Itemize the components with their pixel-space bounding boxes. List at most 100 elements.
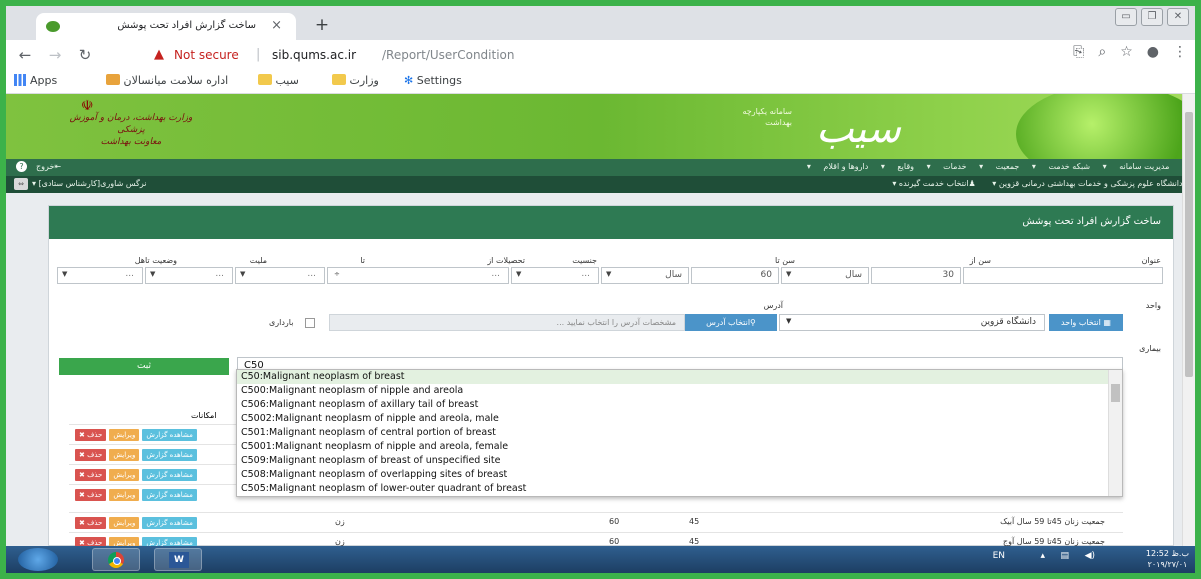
address-input[interactable]: مشخصات آدرس را انتخاب نمایید ... (329, 314, 685, 331)
star-icon[interactable]: ☆ (1120, 44, 1133, 60)
row-title: جمعیت زنان 45تا 59 سال آبیک (1000, 517, 1105, 526)
tab-title: ساخت گزارش افراد تحت پوشش (117, 20, 256, 31)
disease-label: بیماری (1139, 344, 1161, 353)
age-from-input[interactable]: 30 (871, 267, 961, 284)
autocomplete-option[interactable]: C508:Malignant neoplasm of overlapping s… (237, 468, 1122, 482)
autocomplete-scrollbar[interactable] (1108, 370, 1122, 496)
edit-button[interactable]: ویرایش (109, 489, 140, 501)
delete-button[interactable]: ✖ حذف (75, 429, 107, 441)
bookmark-midlife-health[interactable]: اداره سلامت میانسالان (102, 74, 228, 87)
apps-icon (14, 74, 26, 86)
edit-button[interactable]: ویرایش (109, 469, 140, 481)
restore-icon[interactable]: ❐ (1141, 8, 1163, 26)
menu-item-service-network[interactable]: شبکه خدمت ▾ (1032, 162, 1090, 171)
disease-autocomplete: C50:Malignant neoplasm of breast C500:Ma… (236, 369, 1123, 497)
menu-item-services[interactable]: خدمات ▾ (927, 162, 967, 171)
title-input[interactable] (963, 267, 1163, 284)
new-tab-button[interactable]: + (308, 14, 336, 36)
minimize-icon[interactable]: ▭ (1115, 8, 1137, 26)
view-report-button[interactable]: مشاهده گزارش (142, 517, 197, 529)
current-unit[interactable]: دانشگاه علوم پزشکی و خدمات بهداشتی درمان… (999, 179, 1183, 188)
row-actions: ✖ حذف ویرایش مشاهده گزارش (75, 449, 197, 461)
account-icon[interactable]: ● (1147, 44, 1159, 60)
autocomplete-option[interactable]: C50:Malignant neoplasm of breast (237, 370, 1122, 384)
row-actions: ✖ حذف ویرایش مشاهده گزارش (75, 517, 197, 529)
bookmark-sib[interactable]: سیب (254, 74, 299, 87)
clock[interactable]: 12:52 ب.ظ ۲۰۱۹/۲۷/۰۱ (1146, 548, 1189, 570)
sidebar-toggle-icon[interactable]: ⇔ (14, 178, 28, 190)
view-report-button[interactable]: مشاهده گزارش (142, 449, 197, 461)
close-tab-icon[interactable]: × (271, 18, 282, 33)
row-age-to: 60 (609, 517, 620, 526)
view-report-button[interactable]: مشاهده گزارش (142, 429, 197, 441)
table-row: ✖ حذف ویرایش مشاهده گزارش جمعیت زنان 45ت… (69, 512, 1123, 532)
delete-button[interactable]: ✖ حذف (75, 449, 107, 461)
gender-select[interactable]: ▼... (511, 267, 599, 284)
volume-icon[interactable]: ◀) (1085, 551, 1095, 561)
menu-item-system-admin[interactable]: مدیریت سامانه ▾ (1103, 162, 1170, 171)
page-scroll-thumb[interactable] (1185, 112, 1193, 377)
delete-button[interactable]: ✖ حذف (75, 469, 107, 481)
autocomplete-scroll-thumb[interactable] (1111, 384, 1120, 402)
reload-icon[interactable]: ↻ (74, 44, 96, 66)
bookmark-apps[interactable]: Apps (14, 74, 57, 87)
forward-icon[interactable]: → (44, 44, 66, 66)
taskbar-chrome[interactable] (92, 548, 140, 571)
pregnancy-checkbox[interactable] (305, 318, 315, 328)
edit-button[interactable]: ویرایش (109, 429, 140, 441)
zoom-icon[interactable]: ⌕ (1098, 44, 1106, 60)
browser-tab[interactable]: ساخت گزارش افراد تحت پوشش × (36, 13, 296, 40)
network-icon[interactable]: ▤ (1060, 551, 1069, 561)
translate-icon[interactable]: ⎘ (1073, 44, 1084, 60)
back-icon[interactable]: ← (14, 44, 36, 66)
menu-item-events[interactable]: وقایع ▾ (881, 162, 914, 171)
ministry-logo: وزارت بهداشت، درمان و آموزش پزشکی معاونت… (69, 113, 193, 147)
current-user[interactable]: نرگس شاوری[کارشناس ستادی] ▾ (32, 179, 146, 188)
autocomplete-option[interactable]: C501:Malignant neoplasm of central porti… (237, 426, 1122, 440)
autocomplete-option[interactable]: C506:Malignant neoplasm of axillary tail… (237, 398, 1122, 412)
autocomplete-option[interactable]: C505:Malignant neoplasm of lower-outer q… (237, 482, 1122, 496)
menu-item-drugs[interactable]: داروها و اقلام ▾ (807, 162, 868, 171)
delete-button[interactable]: ✖ حذف (75, 489, 107, 501)
view-report-button[interactable]: مشاهده گزارش (142, 489, 197, 501)
autocomplete-option[interactable]: C5001:Malignant neoplasm of nipple and a… (237, 440, 1122, 454)
age-from-unit-select[interactable]: ▼ سال (781, 267, 869, 284)
education-from-select[interactable]: ÷... (327, 267, 509, 284)
bookmark-settings[interactable]: ✻ Settings (404, 74, 462, 87)
taskbar-word[interactable]: W (154, 548, 202, 571)
education-to-select[interactable]: ▼... (235, 267, 325, 284)
sib-logo[interactable]: سیب (816, 106, 901, 152)
marital-select[interactable]: ▼... (57, 267, 143, 284)
delete-button[interactable]: ✖ حذف (75, 517, 107, 529)
autocomplete-option[interactable]: C5002:Malignant neoplasm of nipple and a… (237, 412, 1122, 426)
language-indicator[interactable]: EN (993, 551, 1005, 561)
close-window-icon[interactable]: ✕ (1167, 8, 1189, 26)
bookmark-ministry[interactable]: وزارت (328, 74, 379, 87)
windows-start-icon[interactable] (18, 548, 58, 571)
age-to-input[interactable]: 60 (691, 267, 779, 284)
exit-link[interactable]: ⇤خروج (36, 162, 61, 171)
menu-items: ⌂ مدیریت سامانه ▾ شبکه خدمت ▾ جمعیت ▾ خد… (797, 162, 1187, 171)
autocomplete-option[interactable]: C500:Malignant neoplasm of nipple and ar… (237, 384, 1122, 398)
nationality-select[interactable]: ▼... (145, 267, 233, 284)
age-to-unit-select[interactable]: ▼ سال (601, 267, 689, 284)
select-unit-button[interactable]: ▦ انتخاب واحد (1049, 314, 1123, 331)
submit-button[interactable]: ثبت (59, 358, 229, 375)
menu-item-population[interactable]: جمعیت ▾ (979, 162, 1019, 171)
view-report-button[interactable]: مشاهده گزارش (142, 469, 197, 481)
url-box[interactable]: ▲ Not secure | sib.qums.ac.ir /Report/Us… (146, 45, 1066, 66)
select-recipient-link[interactable]: ♟انتخاب خدمت گیرنده ▾ (892, 179, 975, 188)
help-icon[interactable]: ? (16, 161, 27, 172)
page-scrollbar[interactable] (1182, 94, 1195, 546)
menu-icon[interactable]: ⋮ (1173, 44, 1187, 60)
edit-button[interactable]: ویرایش (109, 449, 140, 461)
select-address-button[interactable]: ⚲انتخاب آدرس (685, 314, 777, 331)
autocomplete-option[interactable]: C509:Malignant neoplasm of breast of uns… (237, 454, 1122, 468)
warning-icon: ▲ (154, 47, 164, 62)
url-separator: | (256, 47, 261, 62)
unit-select[interactable]: ▼ دانشگاه قزوین (779, 314, 1045, 331)
row-actions: ✖ حذف ویرایش مشاهده گزارش (75, 469, 197, 481)
tray-arrow-icon[interactable]: ▴ (1040, 551, 1045, 561)
education-to-label: تا (360, 256, 365, 265)
edit-button[interactable]: ویرایش (109, 517, 140, 529)
